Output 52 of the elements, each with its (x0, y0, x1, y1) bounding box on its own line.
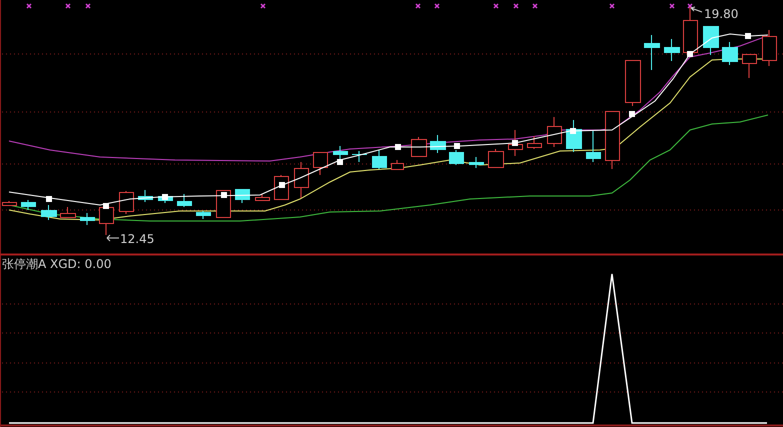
candlestick (99, 206, 114, 236)
candlestick (372, 150, 387, 170)
candlestick (762, 30, 777, 66)
candlestick (469, 156, 484, 168)
candlestick (138, 190, 153, 202)
candlestick (722, 42, 738, 66)
candlestick (703, 26, 719, 56)
arrow-icon (106, 234, 120, 242)
cross-marker-icon (65, 3, 71, 9)
candlestick (119, 190, 134, 214)
candlestick (21, 200, 36, 210)
cross-marker-icon (513, 3, 519, 9)
candlestick (664, 38, 680, 62)
candlestick (177, 194, 192, 208)
candlestick (508, 130, 523, 156)
candlestick (605, 110, 620, 170)
cross-marker-icon (493, 3, 499, 9)
cross-marker-icon (260, 3, 266, 9)
candlestick (547, 116, 562, 148)
candlestick (625, 60, 641, 106)
candlestick (196, 210, 211, 220)
candlestick (294, 162, 309, 198)
candlestick (2, 200, 17, 206)
cross-marker-icon (415, 3, 421, 9)
cross-marker-icon (609, 3, 615, 9)
candlestick (391, 160, 404, 170)
candlestick (235, 188, 250, 204)
cross-marker-icon (85, 3, 91, 9)
candlestick (430, 134, 446, 154)
cross-marker-icon (434, 3, 440, 9)
candlestick (313, 152, 328, 176)
indicator-label: 张停潮A XGD: 0.00 (2, 257, 112, 271)
cross-marker-icon (26, 3, 32, 9)
candlestick (255, 194, 270, 201)
candlestick (60, 206, 76, 218)
candlestick (742, 54, 757, 78)
candlestick (644, 34, 660, 70)
candlestick (586, 130, 601, 162)
candlestick (352, 150, 367, 162)
arrow-icon (690, 6, 702, 12)
cross-marker-icon (532, 3, 538, 9)
candlestick (41, 204, 57, 220)
candlestick (488, 148, 504, 168)
price-label: 12.45 (120, 232, 154, 246)
candlestick (411, 136, 427, 158)
candlestick (449, 150, 464, 166)
cross-marker-icon (687, 3, 693, 9)
price-label: 19.80 (704, 7, 738, 21)
candlestick (527, 136, 542, 150)
candlestick (333, 146, 348, 160)
candlestick (80, 212, 95, 226)
cross-marker-icon (669, 3, 675, 9)
